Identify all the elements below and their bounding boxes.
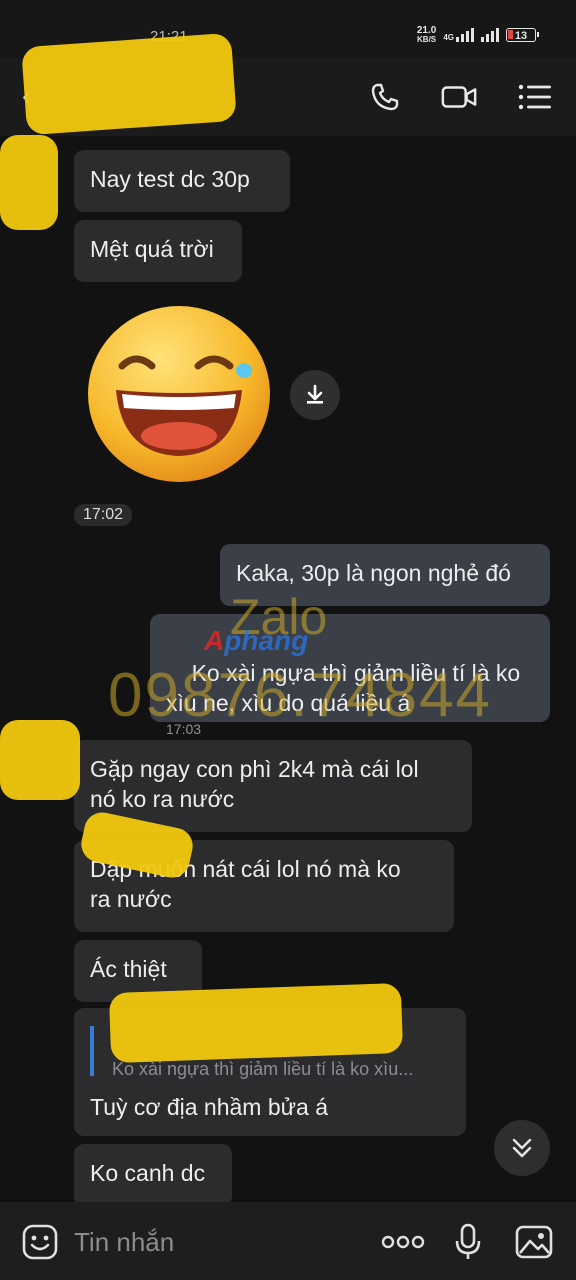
message-bubble[interactable]: Mệt quá trời (74, 220, 242, 282)
video-call-button[interactable] (440, 78, 478, 116)
scroll-to-bottom-button[interactable] (494, 1120, 550, 1176)
message-bubble[interactable]: Ko canh dc (74, 1144, 232, 1206)
phone-icon (371, 83, 399, 111)
message-bubble[interactable]: Nay test dc 30p (74, 150, 290, 212)
signal-icon: 4G (443, 28, 474, 42)
menu-icon (518, 84, 551, 110)
net-speed: 21.0 KB/S (416, 25, 437, 45)
watermark-logo: Aphang (204, 625, 309, 656)
laughing-emoji-sticker[interactable] (86, 304, 272, 484)
battery-icon: 13 (506, 28, 539, 42)
redaction-mark (0, 135, 58, 230)
menu-button[interactable] (516, 78, 554, 116)
download-button[interactable] (290, 370, 340, 420)
microphone-icon (455, 1223, 481, 1259)
phone-call-button[interactable] (366, 78, 404, 116)
double-chevron-down-icon (512, 1138, 532, 1158)
redaction-mark (0, 720, 80, 800)
sticker-timestamp: 17:02 (74, 504, 133, 526)
sticker-button[interactable] (20, 1222, 60, 1262)
send-image-button[interactable] (514, 1222, 554, 1262)
signal-icon-2 (481, 28, 499, 42)
redaction-mark (21, 32, 237, 136)
message-input-bar: Tin nhắn (0, 1202, 576, 1280)
video-camera-icon (441, 86, 477, 108)
watermark-phone: 09876.74844 (108, 661, 493, 730)
redaction-mark (108, 982, 404, 1064)
message-input[interactable]: Tin nhắn (74, 1227, 174, 1258)
emoji-icon (22, 1224, 58, 1260)
more-options-button[interactable] (380, 1222, 426, 1262)
more-horizontal-icon (381, 1235, 425, 1249)
download-icon (307, 384, 323, 404)
image-icon (515, 1225, 553, 1259)
voice-record-button[interactable] (448, 1222, 488, 1262)
